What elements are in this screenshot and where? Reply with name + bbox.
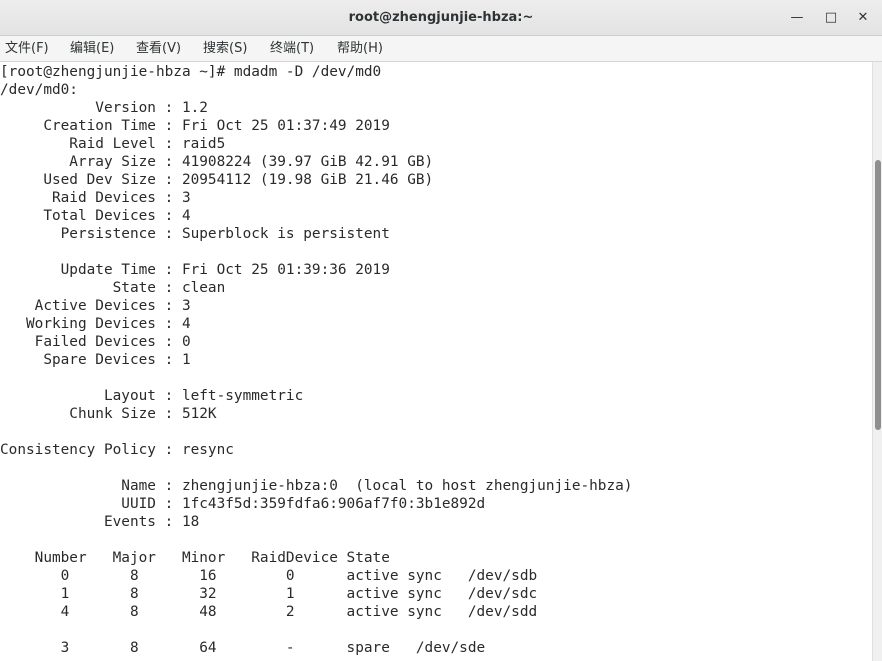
terminal-line: Used Dev Size : 20954112 (19.98 GiB 21.4…: [0, 172, 434, 188]
terminal-line: Version : 1.2: [0, 100, 208, 116]
menu-terminal[interactable]: 终端(T): [270, 36, 314, 62]
terminal-line: UUID : 1fc43f5d:359fdfa6:906af7f0:3b1e89…: [0, 496, 486, 512]
terminal-line: Failed Devices : 0: [0, 334, 191, 350]
maximize-button[interactable]: □: [821, 8, 841, 28]
terminal-line: Spare Devices : 1: [0, 352, 191, 368]
menu-bar: 文件(F) 编辑(E) 查看(V) 搜索(S) 终端(T) 帮助(H): [0, 36, 882, 62]
window-title: root@zhengjunjie-hbza:~: [348, 10, 534, 25]
terminal-line-table-row: 3 8 64 - spare /dev/sde: [0, 640, 486, 656]
terminal-line: Array Size : 41908224 (39.97 GiB 42.91 G…: [0, 154, 434, 170]
terminal-line: Raid Level : raid5: [0, 136, 226, 152]
terminal-line-table-row: 4 8 48 2 active sync /dev/sdd: [0, 604, 538, 620]
terminal-line: Update Time : Fri Oct 25 01:39:36 2019: [0, 262, 390, 278]
scrollbar-thumb[interactable]: [875, 160, 881, 430]
terminal-line: Active Devices : 3: [0, 298, 191, 314]
terminal-line-table-row: 0 8 16 0 active sync /dev/sdb: [0, 568, 538, 584]
terminal-line: Chunk Size : 512K: [0, 406, 217, 422]
menu-help[interactable]: 帮助(H): [337, 36, 383, 62]
terminal-line-table-row: 1 8 32 1 active sync /dev/sdc: [0, 586, 538, 602]
terminal-output[interactable]: [root@zhengjunjie-hbza ~]# mdadm -D /dev…: [0, 62, 872, 661]
menu-view[interactable]: 查看(V): [136, 36, 181, 62]
menu-edit[interactable]: 编辑(E): [70, 36, 114, 62]
terminal-line: State : clean: [0, 280, 226, 296]
terminal-line-table-header: Number Major Minor RaidDevice State: [0, 550, 390, 566]
close-button[interactable]: ✕: [853, 8, 873, 28]
terminal-line: Raid Devices : 3: [0, 190, 191, 206]
terminal-line: Total Devices : 4: [0, 208, 191, 224]
terminal-line: Persistence : Superblock is persistent: [0, 226, 390, 242]
terminal-scrollbar[interactable]: [872, 62, 882, 661]
terminal-line: Name : zhengjunjie-hbza:0 (local to host…: [0, 478, 633, 494]
menu-file[interactable]: 文件(F): [5, 36, 49, 62]
terminal-line: Working Devices : 4: [0, 316, 191, 332]
terminal-line: Creation Time : Fri Oct 25 01:37:49 2019: [0, 118, 390, 134]
minimize-button[interactable]: —: [787, 8, 807, 28]
terminal-line: Layout : left-symmetric: [0, 388, 304, 404]
terminal-line: Consistency Policy : resync: [0, 442, 234, 458]
terminal-line: /dev/md0:: [0, 82, 78, 98]
menu-search[interactable]: 搜索(S): [203, 36, 247, 62]
terminal-line-prompt: [root@zhengjunjie-hbza ~]# mdadm -D /dev…: [0, 64, 382, 80]
terminal-line: Events : 18: [0, 514, 200, 530]
window-titlebar[interactable]: root@zhengjunjie-hbza:~ — □ ✕: [0, 0, 882, 36]
